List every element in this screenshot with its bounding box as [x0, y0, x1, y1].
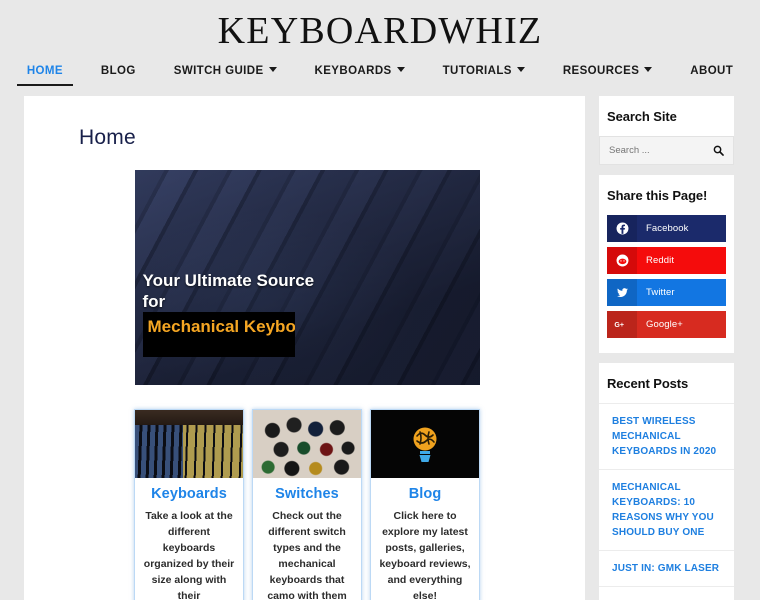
switches-photo-thumbnail [253, 410, 361, 478]
nav-item-resources[interactable]: RESOURCES [544, 61, 671, 86]
chevron-down-icon [516, 67, 525, 72]
feature-card-text: Click here to explore my latest posts, g… [379, 510, 471, 600]
page-root: KEYBOARDWHIZ HOME BLOG SWITCH GUIDE KEYBOAR… [0, 0, 760, 600]
feature-card-row: Keyboards Take a look at the different ke… [79, 409, 535, 600]
keyboards-photo-thumbnail [135, 410, 243, 478]
search-field[interactable] [599, 136, 734, 165]
recent-post-link[interactable]: BEST WIRELESS MECHANICAL KEYBOARDS IN 20… [599, 404, 734, 470]
nav-item-label: KEYBOARDS [314, 65, 392, 77]
twitter-icon [607, 279, 637, 306]
feature-card-text: Check out the different switch types and… [267, 510, 347, 600]
nav-item-switch-guide[interactable]: SWITCH GUIDE [155, 61, 296, 86]
nav-item-home[interactable]: HOME [8, 61, 82, 86]
feature-card-switches[interactable]: Switches Check out the different switch t… [252, 409, 362, 600]
reddit-icon [607, 247, 637, 274]
nav-item-label: SWITCH GUIDE [173, 65, 264, 77]
page-title: Home [79, 126, 136, 149]
recent-posts-title: Recent Posts [607, 376, 689, 391]
feature-card-title: Switches [275, 486, 339, 502]
main-content: Home Your Ultimate Source for Mechanical… [24, 96, 585, 600]
feature-card-title: Keyboards [151, 486, 227, 502]
nav-item-label: TUTORIALS [442, 65, 512, 77]
share-button-label: Twitter [646, 287, 675, 298]
nav-item-about[interactable]: ABOUT [671, 61, 752, 86]
hero-headline-accent: Mechanical Keyboar [142, 312, 295, 357]
share-widget: Share this Page! Facebook Reddit Twitter G+… [599, 175, 734, 353]
share-widget-title: Share this Page! [607, 188, 708, 203]
googleplus-icon: G+ [607, 311, 637, 338]
search-widget: Search Site [599, 96, 734, 165]
share-button-facebook[interactable]: Facebook [607, 215, 726, 242]
hero-banner: Your Ultimate Source for Mechanical Keyb… [134, 170, 480, 385]
lightbulb-icon [413, 427, 437, 462]
feature-card-text: Take a look at the different keyboards o… [143, 510, 235, 600]
search-submit-button[interactable] [713, 145, 724, 156]
nav-item-label: HOME [26, 65, 63, 77]
share-button-reddit[interactable]: Reddit [607, 247, 726, 274]
recent-posts-widget: Recent Posts BEST WIRELESS MECHANICAL KE… [599, 363, 734, 600]
share-button-google-plus[interactable]: G+ Google+ [607, 311, 726, 338]
hero-headline-primary: Your Ultimate Source for [142, 271, 315, 311]
recent-post-link[interactable]: MECHANICAL KEYBOARDS: 10 REASONS WHY YOU… [599, 470, 734, 551]
nav-item-label: ABOUT [690, 65, 734, 77]
feature-card-keyboards[interactable]: Keyboards Take a look at the different ke… [134, 409, 244, 600]
feature-card-title: Blog [408, 486, 442, 502]
recent-posts-list: BEST WIRELESS MECHANICAL KEYBOARDS IN 20… [599, 403, 734, 600]
site-header: KEYBOARDWHIZ HOME BLOG SWITCH GUIDE KEYBOAR… [0, 0, 760, 96]
nav-item-label: BLOG [100, 65, 136, 77]
search-widget-title: Search Site [607, 109, 677, 124]
share-button-label: Reddit [646, 255, 675, 266]
facebook-icon [607, 215, 637, 242]
recent-post-link[interactable]: JUST IN: GMK LASER [599, 551, 734, 587]
svg-text:G+: G+ [614, 322, 624, 329]
nav-item-keyboards[interactable]: KEYBOARDS [296, 61, 424, 86]
chevron-down-icon [268, 67, 277, 72]
search-input[interactable] [609, 145, 691, 156]
nav-item-blog[interactable]: BLOG [82, 61, 155, 86]
nav-item-tutorials[interactable]: TUTORIALS [424, 61, 544, 86]
feature-card-blog[interactable]: Blog Click here to explore my latest post… [370, 409, 480, 600]
share-button-list: Facebook Reddit Twitter G+ Google+ [599, 215, 734, 353]
sidebar: Search Site Share this Page! [599, 96, 734, 600]
share-button-label: Google+ [646, 319, 683, 330]
site-title: KEYBOARDWHIZ [217, 10, 543, 52]
main-navigation: HOME BLOG SWITCH GUIDE KEYBOARDS TUTORIALS RE… [0, 61, 760, 96]
blog-lightbulb-thumbnail [371, 410, 479, 478]
chevron-down-icon [396, 67, 405, 72]
page-layout: Home Your Ultimate Source for Mechanical… [0, 96, 760, 600]
share-button-label: Facebook [646, 223, 689, 234]
share-button-twitter[interactable]: Twitter [607, 279, 726, 306]
search-icon [713, 144, 724, 159]
chevron-down-icon [644, 67, 653, 72]
nav-item-label: RESOURCES [562, 65, 640, 77]
recent-post-link[interactable]: REVIEW OF THE [599, 587, 734, 600]
hero-caption: Your Ultimate Source for Mechanical Keyb… [142, 270, 480, 357]
